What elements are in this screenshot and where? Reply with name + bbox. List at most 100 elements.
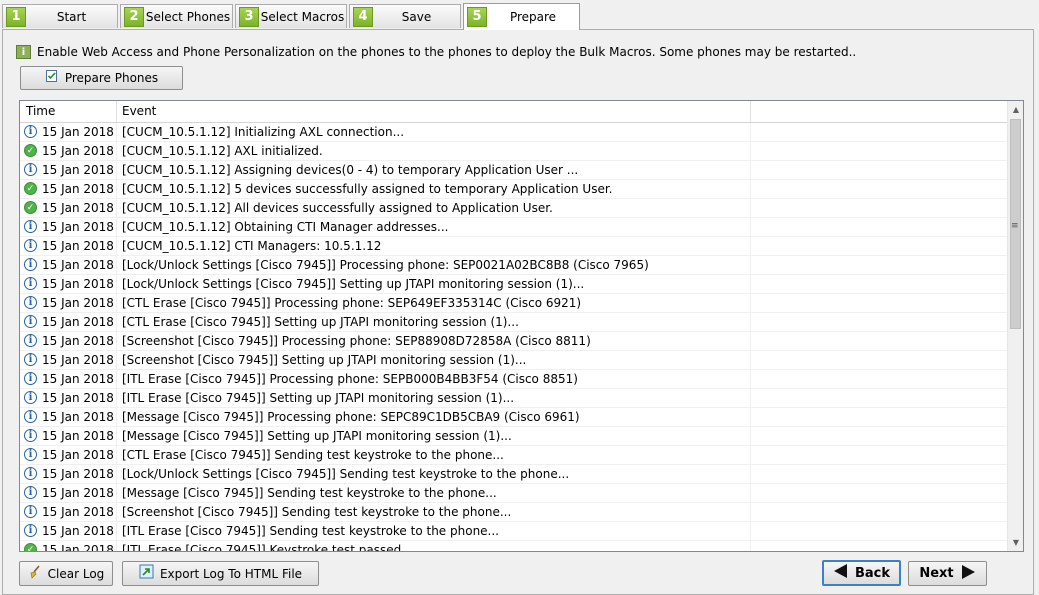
step-number-badge: 3 bbox=[239, 6, 259, 27]
wizard-tabs: 1 Start 2 Select Phones 3 Select Macros … bbox=[0, 3, 1039, 30]
log-time: 15 Jan 2018 ... bbox=[42, 486, 116, 500]
info-circle-icon: i bbox=[24, 315, 37, 328]
info-icon: i bbox=[16, 45, 31, 59]
log-event: [CUCM_10.5.1.12] Initializing AXL connec… bbox=[122, 125, 405, 139]
log-row[interactable]: ✓ 15 Jan 2018 ... [ITL Erase [Cisco 7945]]… bbox=[20, 541, 1008, 551]
info-circle-icon: i bbox=[24, 296, 37, 309]
log-time: 15 Jan 2018 ... bbox=[42, 524, 116, 538]
clear-log-label: Clear Log bbox=[47, 566, 105, 581]
log-time: 15 Jan 2018 ... bbox=[42, 182, 116, 196]
log-row[interactable]: i 15 Jan 2018 ... [Message [Cisco 7945]] P… bbox=[20, 408, 1008, 427]
prepare-phones-label: Prepare Phones bbox=[64, 71, 159, 85]
log-row[interactable]: ✓ 15 Jan 2018 ... [CUCM_10.5.1.12] AXL ini… bbox=[20, 142, 1008, 161]
log-event: [Lock/Unlock Settings [Cisco 7945]] Send… bbox=[122, 467, 570, 481]
prepare-phones-button[interactable]: Prepare Phones bbox=[20, 66, 183, 90]
next-button[interactable]: Next bbox=[908, 561, 987, 586]
log-row[interactable]: i 15 Jan 2018 ... [CUCM_10.5.1.12] Obtaini… bbox=[20, 218, 1008, 237]
export-log-button[interactable]: Export Log To HTML File bbox=[122, 561, 319, 586]
tab-label: Prepare bbox=[509, 10, 557, 24]
event-log-grid[interactable]: Time Event i 15 Jan 2018 ... [CUCM_10.5.1.… bbox=[19, 100, 1024, 552]
broom-icon bbox=[28, 564, 42, 583]
next-label: Next bbox=[919, 566, 954, 581]
step-number-badge: 1 bbox=[6, 6, 26, 27]
log-row[interactable]: i 15 Jan 2018 ... [CTL Erase [Cisco 7945]]… bbox=[20, 313, 1008, 332]
arrow-right-icon bbox=[960, 564, 976, 583]
log-row[interactable]: i 15 Jan 2018 ... [Lock/Unlock Settings [C… bbox=[20, 465, 1008, 484]
tab-label: Select Phones bbox=[145, 9, 231, 24]
log-event: [Message [Cisco 7945]] Setting up JTAPI … bbox=[122, 429, 512, 443]
log-time: 15 Jan 2018 ... bbox=[42, 296, 116, 310]
log-event: [CUCM_10.5.1.12] Obtaining CTI Manager a… bbox=[122, 220, 449, 234]
tab-select-phones[interactable]: 2 Select Phones bbox=[120, 4, 233, 28]
checklist-icon bbox=[45, 69, 59, 87]
log-time: 15 Jan 2018 ... bbox=[42, 201, 116, 215]
info-circle-icon: i bbox=[24, 372, 37, 385]
scroll-up-icon[interactable]: ▲ bbox=[1008, 101, 1023, 118]
tab-select-macros[interactable]: 3 Select Macros bbox=[235, 4, 347, 28]
log-row[interactable]: i 15 Jan 2018 ... [ITL Erase [Cisco 7945]]… bbox=[20, 370, 1008, 389]
log-row[interactable]: i 15 Jan 2018 ... [ITL Erase [Cisco 7945]]… bbox=[20, 522, 1008, 541]
log-row[interactable]: i 15 Jan 2018 ... [Screenshot [Cisco 7945]… bbox=[20, 332, 1008, 351]
info-circle-icon: i bbox=[24, 334, 37, 347]
log-time: 15 Jan 2018 ... bbox=[42, 144, 116, 158]
log-event: [Screenshot [Cisco 7945]] Setting up JTA… bbox=[122, 353, 527, 367]
export-icon bbox=[139, 564, 154, 583]
info-circle-icon: i bbox=[24, 353, 37, 366]
scroll-grip-icon: ≡ bbox=[1011, 221, 1019, 231]
info-message: i Enable Web Access and Phone Personaliz… bbox=[16, 45, 856, 59]
log-time: 15 Jan 2018 ... bbox=[42, 429, 116, 443]
log-scrollbar[interactable]: ▲ ≡ ▼ bbox=[1007, 101, 1023, 551]
log-time: 15 Jan 2018 ... bbox=[42, 125, 116, 139]
log-event: [Lock/Unlock Settings [Cisco 7945]] Proc… bbox=[122, 258, 649, 272]
log-event: [CUCM_10.5.1.12] AXL initialized. bbox=[122, 144, 323, 158]
log-row[interactable]: i 15 Jan 2018 ... [CUCM_10.5.1.12] Assigni… bbox=[20, 161, 1008, 180]
log-row[interactable]: ✓ 15 Jan 2018 ... [CUCM_10.5.1.12] All dev… bbox=[20, 199, 1008, 218]
log-row[interactable]: i 15 Jan 2018 ... [CUCM_10.5.1.12] CTI Man… bbox=[20, 237, 1008, 256]
info-circle-icon: i bbox=[24, 220, 37, 233]
tab-save[interactable]: 4 Save bbox=[349, 4, 461, 28]
log-row[interactable]: ✓ 15 Jan 2018 ... [CUCM_10.5.1.12] 5 devic… bbox=[20, 180, 1008, 199]
tab-start[interactable]: 1 Start bbox=[2, 4, 118, 28]
log-time: 15 Jan 2018 ... bbox=[42, 277, 116, 291]
log-row[interactable]: i 15 Jan 2018 ... [ITL Erase [Cisco 7945]]… bbox=[20, 389, 1008, 408]
log-row[interactable]: i 15 Jan 2018 ... [Screenshot [Cisco 7945]… bbox=[20, 351, 1008, 370]
log-row[interactable]: i 15 Jan 2018 ... [Message [Cisco 7945]] S… bbox=[20, 484, 1008, 503]
log-time: 15 Jan 2018 ... bbox=[42, 391, 116, 405]
info-text: Enable Web Access and Phone Personalizat… bbox=[37, 45, 857, 59]
success-check-icon: ✓ bbox=[24, 201, 37, 214]
log-event: [CUCM_10.5.1.12] CTI Managers: 10.5.1.12 bbox=[122, 239, 382, 253]
clear-log-button[interactable]: Clear Log bbox=[19, 561, 113, 586]
log-event: [Lock/Unlock Settings [Cisco 7945]] Sett… bbox=[122, 277, 585, 291]
log-row[interactable]: i 15 Jan 2018 ... [CTL Erase [Cisco 7945]]… bbox=[20, 294, 1008, 313]
info-circle-icon: i bbox=[24, 125, 37, 138]
tab-label: Select Macros bbox=[260, 9, 345, 24]
step-number-badge: 2 bbox=[124, 6, 144, 27]
column-header-time[interactable]: Time bbox=[20, 101, 116, 122]
info-circle-icon: i bbox=[24, 429, 37, 442]
log-row[interactable]: i 15 Jan 2018 ... [Message [Cisco 7945]] S… bbox=[20, 427, 1008, 446]
tab-prepare[interactable]: 5 Prepare bbox=[463, 3, 580, 30]
info-circle-icon: i bbox=[24, 467, 37, 480]
log-time: 15 Jan 2018 ... bbox=[42, 372, 116, 386]
log-event: [CTL Erase [Cisco 7945]] Setting up JTAP… bbox=[122, 315, 519, 329]
log-row[interactable]: i 15 Jan 2018 ... [Screenshot [Cisco 7945]… bbox=[20, 503, 1008, 522]
info-circle-icon: i bbox=[24, 277, 37, 290]
info-circle-icon: i bbox=[24, 410, 37, 423]
log-event: [CUCM_10.5.1.12] 5 devices successfully … bbox=[122, 182, 613, 196]
success-check-icon: ✓ bbox=[24, 144, 37, 157]
scroll-down-icon[interactable]: ▼ bbox=[1008, 534, 1023, 551]
log-header: Time Event bbox=[20, 101, 1008, 123]
log-row[interactable]: i 15 Jan 2018 ... [Lock/Unlock Settings [C… bbox=[20, 256, 1008, 275]
log-event: [CUCM_10.5.1.12] All devices successfull… bbox=[122, 201, 553, 215]
log-event: [CTL Erase [Cisco 7945]] Processing phon… bbox=[122, 296, 582, 310]
log-row[interactable]: i 15 Jan 2018 ... [CUCM_10.5.1.12] Initial… bbox=[20, 123, 1008, 142]
log-row[interactable]: i 15 Jan 2018 ... [Lock/Unlock Settings [C… bbox=[20, 275, 1008, 294]
success-check-icon: ✓ bbox=[24, 182, 37, 195]
log-row[interactable]: i 15 Jan 2018 ... [CTL Erase [Cisco 7945]]… bbox=[20, 446, 1008, 465]
back-button[interactable]: Back bbox=[822, 560, 901, 586]
log-event: [Message [Cisco 7945]] Sending test keys… bbox=[122, 486, 497, 500]
log-time: 15 Jan 2018 ... bbox=[42, 410, 116, 424]
arrow-left-icon bbox=[833, 564, 849, 582]
column-header-event[interactable]: Event bbox=[116, 101, 750, 122]
info-circle-icon: i bbox=[24, 505, 37, 518]
